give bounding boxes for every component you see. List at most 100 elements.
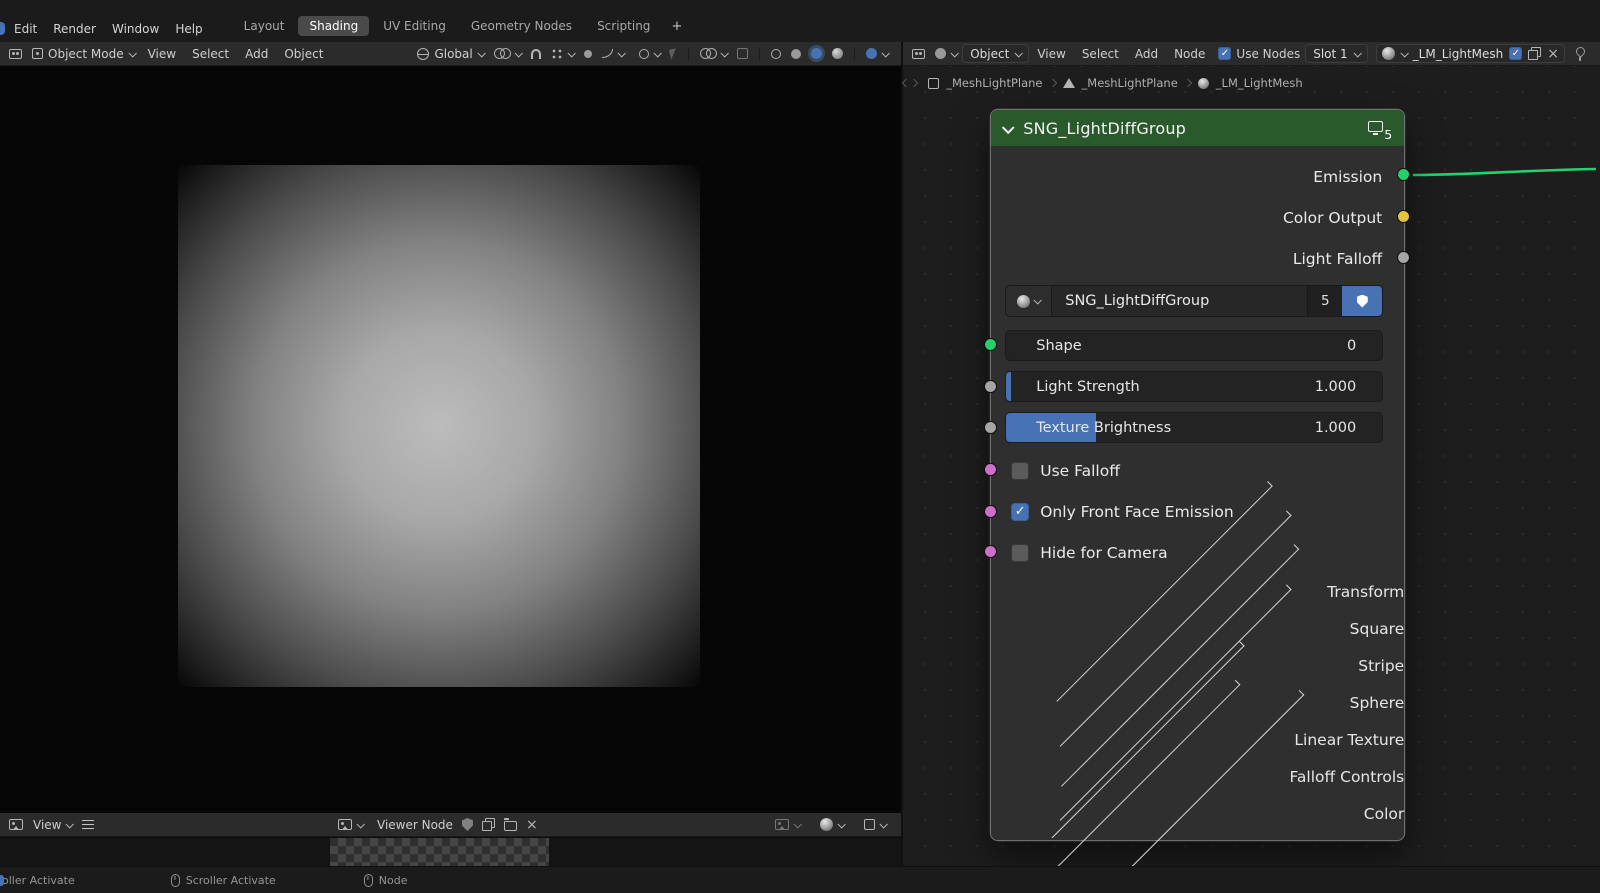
shield-icon <box>1356 294 1368 308</box>
snap-toggle[interactable] <box>530 48 541 59</box>
overlays-dropdown[interactable] <box>700 48 730 59</box>
snapping-dropdown[interactable] <box>550 47 576 60</box>
light-strength-slider[interactable]: Light Strength 1.000 <box>1005 371 1384 402</box>
shape-slider[interactable]: Shape 0 <box>1005 330 1384 361</box>
breadcrumb-material[interactable]: _LM_LightMesh <box>1216 76 1303 90</box>
texture-brightness-slider[interactable]: Texture Brightness 1.000 <box>1005 412 1384 443</box>
new-image-icon[interactable] <box>481 818 495 831</box>
blender-window: Edit Render Window Help Layout Shading U… <box>0 0 1600 893</box>
image-pass-dropdown[interactable] <box>864 819 889 830</box>
add-workspace-button[interactable]: + <box>664 17 689 36</box>
image-display-dropdown[interactable] <box>775 819 803 830</box>
toggle-label: Hide for Camera <box>1040 543 1168 562</box>
node-body: Emission Color Output Light Falloff SNG_… <box>991 146 1405 893</box>
pass-icon <box>864 819 876 830</box>
socket-color-output[interactable] <box>1397 210 1411 223</box>
node-editor-canvas[interactable]: _MeshLightPlane _MeshLightPlane _LM_Ligh… <box>901 66 1600 893</box>
blender-logo-icon[interactable] <box>0 22 5 35</box>
menu-render[interactable]: Render <box>53 22 96 36</box>
socket-light-falloff[interactable] <box>1397 251 1411 264</box>
tab-geometry-nodes[interactable]: Geometry Nodes <box>460 16 583 36</box>
group-browse-button[interactable] <box>1006 286 1053 316</box>
shading-material-button[interactable] <box>811 48 823 59</box>
unlink-material-icon[interactable]: × <box>1547 47 1559 61</box>
material-icon <box>1197 77 1209 89</box>
shading-solid-button[interactable] <box>791 48 802 59</box>
shader-editor-type-button[interactable] <box>912 48 926 59</box>
fake-user-button[interactable] <box>1342 286 1383 316</box>
proportional-editing-toggle[interactable] <box>583 49 592 58</box>
collapse-chevron-icon[interactable] <box>1002 120 1015 134</box>
use-falloff-checkbox[interactable] <box>1011 461 1030 480</box>
image-editor-canvas[interactable] <box>0 837 902 867</box>
breadcrumb-object[interactable]: _MeshLightPlane <box>946 76 1042 90</box>
menu-view[interactable]: View <box>148 47 176 61</box>
tab-shading[interactable]: Shading <box>298 16 370 36</box>
image-view-menu[interactable]: View <box>33 818 75 832</box>
proportional-falloff-dropdown[interactable] <box>601 48 626 58</box>
object-icon <box>928 77 940 89</box>
menu-select[interactable]: Select <box>1082 47 1119 61</box>
menu-object[interactable]: Object <box>284 47 323 61</box>
menu-edit[interactable]: Edit <box>14 22 37 36</box>
pin-button[interactable] <box>1573 46 1587 62</box>
tab-layout[interactable]: Layout <box>233 16 296 36</box>
app-menus: Edit Render Window Help <box>14 22 203 36</box>
material-checkbox[interactable] <box>1509 47 1523 60</box>
mode-selector[interactable]: Object Mode <box>32 47 137 61</box>
node-title: SNG_LightDiffGroup <box>1023 118 1187 138</box>
image-browse-dropdown[interactable] <box>338 819 365 830</box>
emission-wire[interactable] <box>1413 167 1597 177</box>
mouse-icon <box>170 873 180 887</box>
socket-emission[interactable] <box>1397 168 1411 181</box>
tab-scripting[interactable]: Scripting <box>586 16 661 36</box>
group-users-button[interactable]: 5 <box>1307 286 1343 316</box>
render-pass-dropdown[interactable] <box>866 48 891 59</box>
node-sng-lightdiffgroup[interactable]: SNG_LightDiffGroup 5 Emission Color Outp… <box>991 110 1405 893</box>
visibility-dropdown[interactable] <box>639 48 663 59</box>
menu-node[interactable]: Node <box>1174 47 1205 61</box>
mouse-icon <box>363 873 373 887</box>
unlink-image-icon[interactable]: × <box>526 818 538 832</box>
shader-browse-dropdown[interactable] <box>935 48 960 59</box>
image-channels-dropdown[interactable] <box>820 818 847 831</box>
breadcrumb-mesh[interactable]: _MeshLightPlane <box>1082 76 1178 90</box>
shading-rendered-button[interactable] <box>832 48 844 59</box>
select-tool-icon-button[interactable] <box>669 47 679 60</box>
shading-wireframe-button[interactable] <box>771 48 782 59</box>
transform-orientation-dropdown[interactable]: Global <box>417 47 486 61</box>
material-name[interactable]: _LM_LightMesh <box>1413 47 1504 61</box>
use-nodes-checkbox[interactable] <box>1218 47 1232 60</box>
fake-user-icon[interactable] <box>461 818 473 831</box>
group-name-field[interactable]: SNG_LightDiffGroup <box>1052 286 1307 316</box>
image-editor-menu-button[interactable] <box>82 820 95 829</box>
hide-for-camera-checkbox[interactable] <box>1011 543 1030 562</box>
panel-falloff-controls[interactable]: Falloff Controls <box>991 679 1404 874</box>
viewport-editor-type-button[interactable] <box>9 48 22 59</box>
menu-help[interactable]: Help <box>175 22 202 36</box>
material-slot-dropdown[interactable]: Slot 1 <box>1305 44 1368 63</box>
visibility-icon <box>639 48 650 59</box>
orientation-globe-icon <box>417 47 430 60</box>
duplicate-material-icon[interactable] <box>1528 47 1542 60</box>
gizmos-toggle[interactable] <box>737 48 749 59</box>
open-image-icon[interactable] <box>503 818 517 831</box>
image-editor-type-button[interactable] <box>9 819 23 830</box>
pivot-point-dropdown[interactable] <box>493 48 523 59</box>
viewport-canvas[interactable] <box>0 66 902 813</box>
menu-view[interactable]: View <box>1037 47 1065 61</box>
use-nodes-toggle[interactable]: Use Nodes <box>1218 47 1300 61</box>
menu-add[interactable]: Add <box>245 47 268 61</box>
breadcrumb-toggle-icon[interactable] <box>901 78 919 88</box>
world-icon[interactable] <box>1381 47 1395 60</box>
tab-uv-editing[interactable]: UV Editing <box>372 16 457 36</box>
rendered-light-plane <box>178 165 700 687</box>
shader-type-dropdown[interactable]: Object <box>962 44 1030 63</box>
only-front-face-emission-checkbox[interactable] <box>1011 502 1030 521</box>
node-header[interactable]: SNG_LightDiffGroup 5 <box>991 110 1405 146</box>
panel-label: Sphere <box>1349 693 1405 712</box>
menu-window[interactable]: Window <box>112 22 159 36</box>
menu-select[interactable]: Select <box>192 47 229 61</box>
channels-icon <box>820 818 834 831</box>
menu-add[interactable]: Add <box>1135 47 1158 61</box>
